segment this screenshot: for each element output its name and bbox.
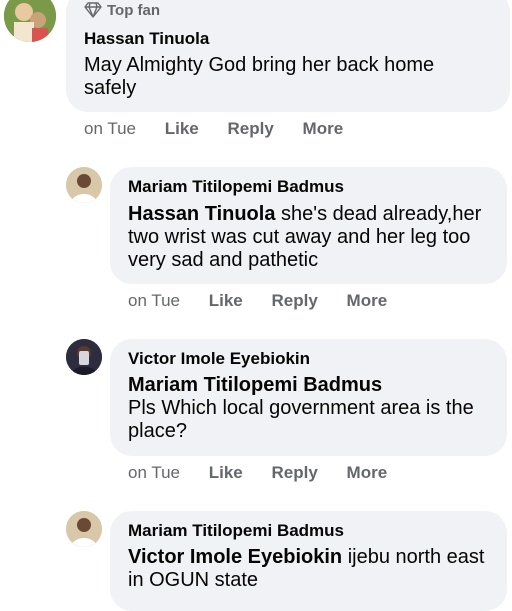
profile-photo-icon (4, 0, 56, 42)
comment-text: Hassan Tinuola she's dead already,her tw… (128, 203, 482, 271)
mention-link[interactable]: Victor Imole Eyebiokin (128, 546, 342, 568)
timestamp[interactable]: on Tue (128, 463, 180, 483)
profile-photo-icon (66, 167, 102, 203)
reply-button[interactable]: Reply (228, 119, 274, 139)
avatar[interactable] (4, 0, 56, 42)
comment-actions: on Tue Like Reply More (128, 291, 411, 311)
reply-button[interactable]: Reply (272, 291, 318, 311)
avatar[interactable] (66, 167, 102, 203)
comment-text: May Almighty God bring her back home saf… (84, 54, 435, 99)
mention-link[interactable]: Hassan Tinuola (128, 203, 275, 225)
diamond-icon (84, 2, 102, 18)
more-button[interactable]: More (347, 291, 388, 311)
comment-author[interactable]: Mariam Titilopemi Badmus (128, 177, 344, 197)
like-button[interactable]: Like (209, 291, 243, 311)
mention-link[interactable]: Mariam Titilopemi Badmus (128, 374, 496, 397)
profile-photo-icon (66, 339, 102, 375)
timestamp[interactable]: on Tue (128, 291, 180, 311)
like-button[interactable]: Like (165, 119, 199, 139)
reply-button[interactable]: Reply (272, 463, 318, 483)
profile-photo-icon (66, 511, 102, 547)
avatar[interactable] (66, 339, 102, 375)
more-button[interactable]: More (347, 463, 388, 483)
comment-text: Mariam Titilopemi Badmus Pls Which local… (128, 374, 496, 443)
comment-author[interactable]: Mariam Titilopemi Badmus (128, 521, 344, 541)
timestamp[interactable]: on Tue (84, 119, 136, 139)
comment-text: Victor Imole Eyebiokin ijebu north east … (128, 546, 485, 591)
badge-label: Top fan (107, 2, 161, 19)
comment-actions: on Tue Like Reply More (128, 463, 411, 483)
comment-author[interactable]: Hassan Tinuola (84, 29, 209, 49)
like-button[interactable]: Like (209, 463, 243, 483)
avatar[interactable] (66, 511, 102, 547)
more-button[interactable]: More (303, 119, 344, 139)
comment-author[interactable]: Victor Imole Eyebiokin (128, 349, 310, 369)
top-fan-badge: Top fan (84, 2, 160, 19)
comment-actions: on Tue Like Reply More (84, 119, 367, 139)
